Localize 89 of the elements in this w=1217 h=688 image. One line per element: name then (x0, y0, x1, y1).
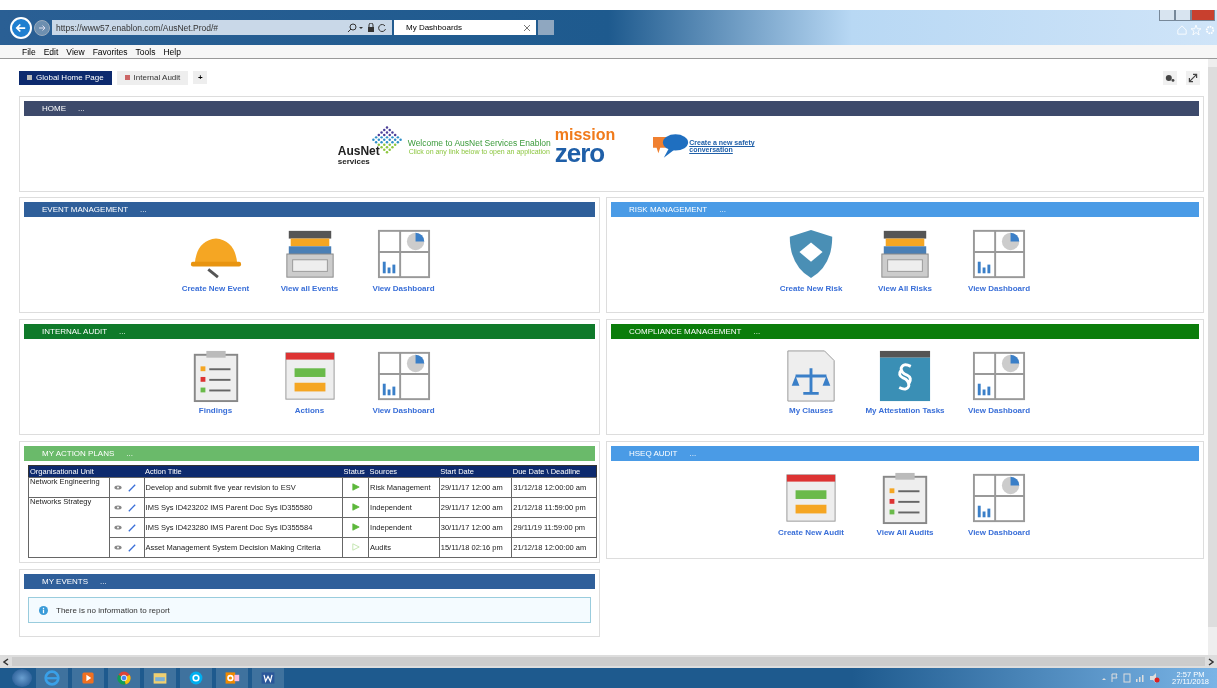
info-text: There is no information to report (56, 605, 170, 615)
logo-subtitle: services (337, 157, 370, 166)
welcome-heading: Welcome to AusNet Services Enablon (407, 137, 551, 148)
forward-button[interactable] (34, 19, 50, 36)
start-button[interactable] (12, 669, 32, 687)
collapse-toggle[interactable]: ... (100, 577, 107, 586)
app-link[interactable]: View Dashboard (372, 406, 435, 415)
form-window-icon (282, 349, 337, 403)
horizontal-scrollbar[interactable] (0, 655, 1217, 668)
back-button[interactable] (10, 16, 32, 39)
menu-item[interactable]: Favorites (92, 46, 128, 57)
app-link[interactable]: My Attestation Tasks (865, 406, 945, 415)
folder-icon[interactable] (152, 670, 168, 686)
edit-icon[interactable] (128, 543, 136, 552)
dashboard-icon (376, 349, 431, 403)
app-link[interactable]: View Dashboard (967, 528, 1031, 537)
menu-item[interactable]: Help (163, 46, 181, 57)
app-link[interactable]: My Clauses (789, 406, 833, 415)
menu-item[interactable]: File (22, 46, 36, 57)
legal-folder-icon (878, 349, 932, 403)
app-link[interactable]: Create New Risk (779, 284, 843, 293)
restore-button[interactable] (1175, 10, 1191, 21)
view-icon[interactable] (114, 505, 122, 510)
edit-icon[interactable] (128, 523, 136, 532)
dashboard-icon (972, 349, 1026, 403)
browser-tab[interactable]: My Dashboards (394, 20, 536, 35)
collapse-toggle[interactable]: ... (719, 205, 726, 214)
chat-app-icon[interactable] (188, 670, 204, 686)
expand-icon[interactable] (1186, 70, 1200, 85)
edit-icon[interactable] (128, 503, 136, 512)
scales-icon (784, 349, 838, 403)
info-icon (39, 605, 48, 615)
app-link[interactable]: View Dashboard (967, 406, 1031, 415)
close-tab-icon[interactable] (524, 24, 530, 31)
app-link[interactable]: Create New Event (181, 284, 250, 293)
tab-icon (27, 75, 32, 80)
settings-icon[interactable] (1163, 70, 1177, 85)
add-tab-button[interactable]: + (193, 71, 208, 84)
address-bar[interactable]: https://www57.enablon.com/AusNet.Prod/# (52, 20, 392, 35)
page-tab[interactable]: Global Home Page (19, 70, 112, 85)
app-link[interactable]: Create New Audit (778, 528, 844, 537)
minimize-button[interactable] (1159, 10, 1175, 21)
speech-bubbles-icon (653, 133, 690, 159)
logo-name: AusNet (337, 144, 380, 158)
tray-icons-drawing[interactable] (1100, 673, 1160, 683)
panel-title: COMPLIANCE MANAGEMENT (629, 327, 742, 336)
app-link[interactable]: Findings (198, 406, 233, 415)
word-processor-icon[interactable] (260, 670, 276, 686)
scroll-left-icon[interactable] (3, 657, 9, 666)
panel-title: EVENT MANAGEMENT (42, 205, 129, 214)
panel-title: INTERNAL AUDIT (42, 327, 108, 336)
app-link[interactable]: View Dashboard (967, 284, 1031, 293)
vertical-scrollbar[interactable] (1208, 59, 1217, 655)
dashboard-icon (972, 471, 1026, 525)
page-tab[interactable]: Internal Audit (116, 70, 189, 85)
collapse-toggle[interactable]: ... (119, 327, 126, 336)
edit-icon[interactable] (128, 483, 136, 492)
forward-arrow-icon (37, 22, 47, 33)
form-window-icon (784, 471, 838, 525)
chrome-browser-icon[interactable] (116, 670, 132, 686)
panel-title: MY ACTION PLANS (42, 449, 115, 458)
collapse-toggle[interactable]: ... (140, 205, 147, 214)
tab-icon (124, 75, 130, 80)
panel-title: RISK MANAGEMENT (629, 205, 708, 214)
scroll-right-icon[interactable] (1208, 657, 1214, 666)
app-link[interactable]: View Dashboard (372, 284, 435, 293)
app-link[interactable]: View all Events (280, 284, 339, 293)
dashboard-icon (376, 227, 431, 281)
dashboard-icon (972, 227, 1026, 281)
collapse-toggle[interactable]: ... (78, 104, 85, 113)
menu-item[interactable]: View (66, 46, 85, 57)
address-bar-icons-drawing[interactable] (348, 22, 388, 33)
collapse-toggle[interactable]: ... (753, 327, 761, 336)
mail-app-icon[interactable] (224, 670, 240, 686)
panel-title: MY EVENTS (42, 577, 89, 586)
app-link[interactable]: Actions (294, 406, 325, 415)
view-icon[interactable] (114, 485, 122, 490)
menu-item[interactable]: Edit (43, 46, 59, 57)
panel-title: HOME (42, 104, 66, 113)
app-link[interactable]: View All Audits (876, 528, 934, 537)
collapse-toggle[interactable]: ... (689, 449, 697, 458)
logo-word: mission (554, 128, 616, 142)
media-player-icon[interactable] (80, 670, 96, 686)
panel-title: HSEQ AUDIT (629, 449, 678, 458)
menu-item[interactable]: Tools (135, 46, 156, 57)
view-icon[interactable] (114, 525, 122, 530)
logo-word: zero (554, 141, 605, 164)
app-link[interactable]: View All Risks (878, 284, 932, 293)
view-icon[interactable] (114, 545, 122, 550)
